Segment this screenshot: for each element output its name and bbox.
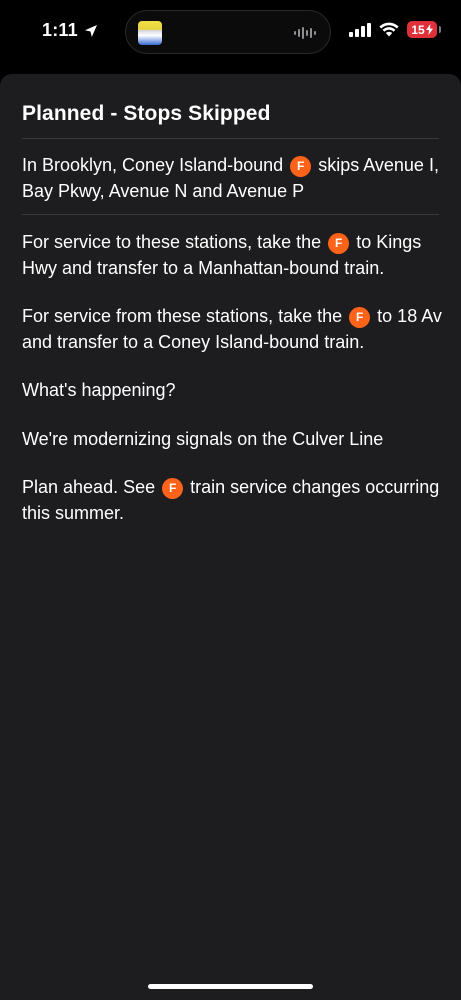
now-playing-artwork-icon <box>138 21 162 45</box>
alert-service-from: For service from these stations, take th… <box>22 303 442 355</box>
alert-reason: We're modernizing signals on the Culver … <box>22 429 384 449</box>
summary-text-before: In Brooklyn, Coney Island-bound <box>22 155 284 175</box>
battery-indicator: 15 <box>407 21 441 38</box>
status-bar: 1:11 15 <box>0 0 461 64</box>
cellular-signal-icon <box>349 22 371 37</box>
plan-ahead-note: Plan ahead. See F train service changes … <box>22 474 442 526</box>
location-arrow-icon <box>84 24 98 38</box>
status-time: 1:11 <box>42 20 78 40</box>
f-train-badge-icon: F <box>290 156 312 177</box>
wifi-icon <box>379 22 399 37</box>
f-train-badge-icon: F <box>349 307 371 328</box>
battery-level: 15 <box>411 22 425 37</box>
alert-service-to: For service to these stations, take the … <box>22 229 442 281</box>
whats-happening-heading: What's happening? <box>22 380 176 400</box>
system-status-icons: 15 <box>349 21 441 38</box>
alert-title: Planned - Stops Skipped <box>22 102 271 125</box>
title-divider <box>22 138 439 139</box>
service-alert-sheet <box>0 74 461 1000</box>
plan-ahead-text-before: Plan ahead. See <box>22 477 156 497</box>
status-time-group: 1:11 <box>42 20 98 41</box>
service-from-text-before: For service from these stations, take th… <box>22 306 343 326</box>
f-train-badge-icon[interactable]: F <box>162 478 184 499</box>
f-train-badge-icon: F <box>328 233 350 254</box>
charging-bolt-icon <box>425 24 433 35</box>
alert-summary: In Brooklyn, Coney Island-bound F skips … <box>22 152 442 204</box>
dynamic-island[interactable] <box>125 10 331 54</box>
service-to-text-before: For service to these stations, take the <box>22 232 322 252</box>
audio-waveform-icon <box>294 27 316 39</box>
home-indicator[interactable] <box>148 984 313 989</box>
summary-divider <box>22 214 439 215</box>
